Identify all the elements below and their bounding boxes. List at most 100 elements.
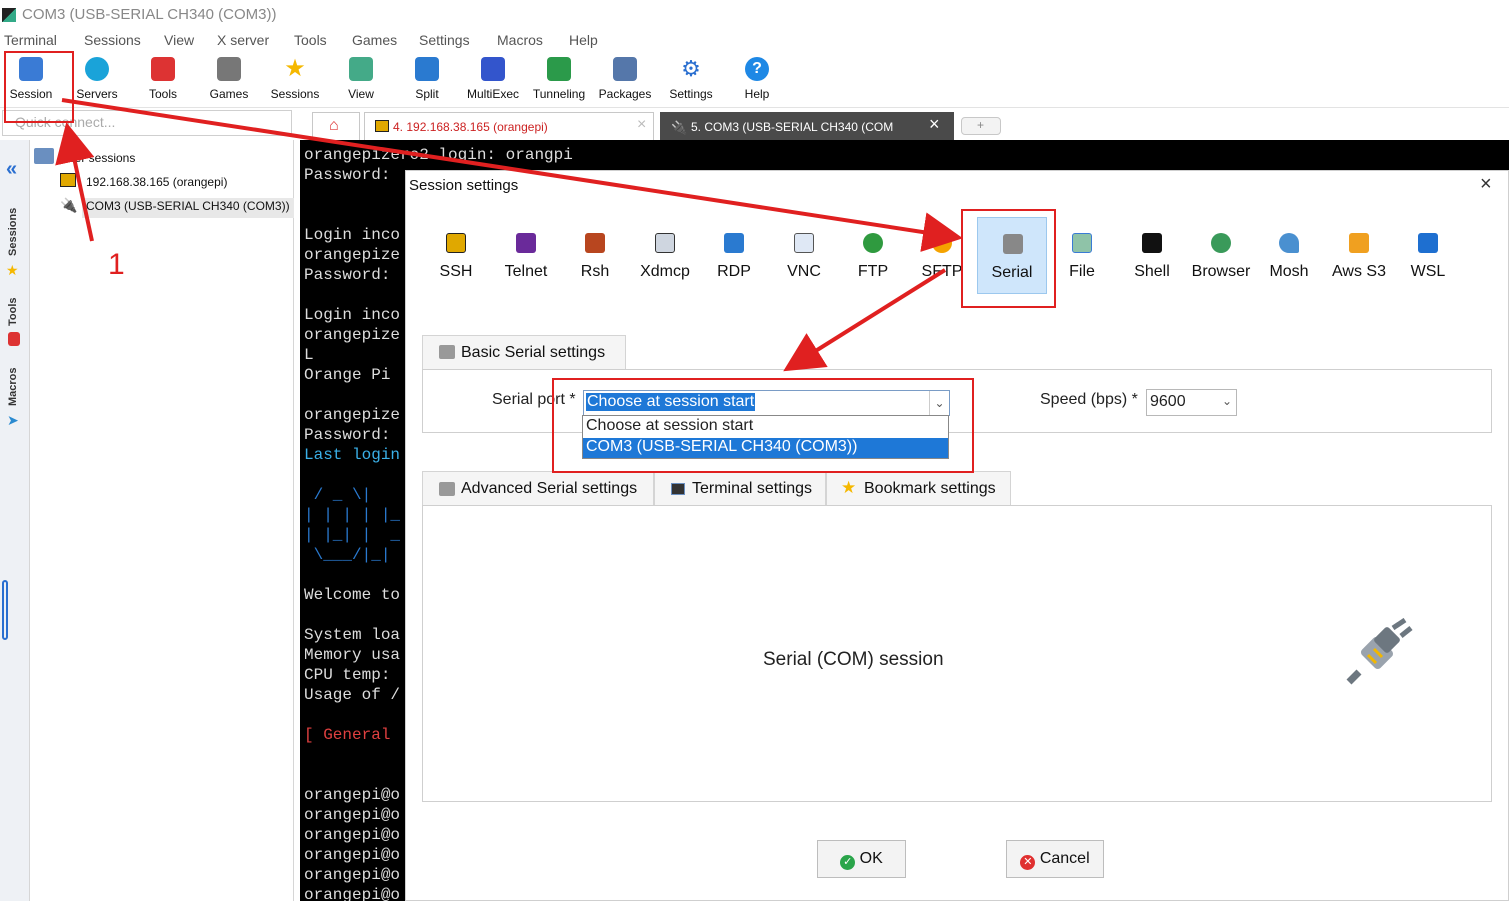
menu-games[interactable]: Games [352, 32, 397, 48]
star-icon: ★ [6, 262, 19, 278]
scroll-handle[interactable] [2, 580, 8, 640]
speed-select[interactable]: 9600 ⌄ [1146, 389, 1237, 416]
tab-ssh-session[interactable]: 4. 192.168.38.165 (orangepi) × [364, 112, 654, 140]
close-icon[interactable]: × [1480, 173, 1492, 196]
terminal-line: | | | | |_ [304, 506, 401, 524]
servers-icon [85, 57, 109, 81]
ok-button[interactable]: ✓ OK [817, 840, 906, 878]
tab-basic-serial-settings[interactable]: Basic Serial settings [422, 335, 626, 369]
tree-item-ssh[interactable]: 192.168.38.165 (orangepi) [86, 175, 227, 189]
games-button[interactable]: Games [196, 52, 262, 106]
tab-bookmark-settings[interactable]: ★ Bookmark settings [826, 471, 1011, 505]
multiexec-button[interactable]: MultiExec [460, 52, 526, 106]
tab-terminal-settings[interactable]: Terminal settings [654, 471, 826, 505]
aws-s3-icon [1349, 233, 1369, 253]
annotation-box-serial-port [552, 378, 974, 473]
sftp-icon [932, 233, 952, 253]
terminal-line: [ General [304, 726, 391, 744]
session-type-rsh[interactable]: Rsh [563, 225, 627, 285]
split-icon [415, 57, 439, 81]
session-type-aws-s3[interactable]: Aws S3 [1327, 225, 1391, 285]
menu-help[interactable]: Help [569, 32, 598, 48]
tab-serial-session[interactable]: 🔌 5. COM3 (USB-SERIAL CH340 (COM × [660, 112, 954, 140]
session-type-browser[interactable]: Browser [1189, 225, 1253, 285]
menu-tools[interactable]: Tools [294, 32, 327, 48]
plug-icon: 🔌 [671, 120, 688, 135]
file-icon [1072, 233, 1092, 253]
chevron-down-icon[interactable]: ⌄ [1222, 394, 1232, 408]
menu-settings[interactable]: Settings [419, 32, 470, 48]
xdmcp-icon [655, 233, 675, 253]
session-type-rdp[interactable]: RDP [702, 225, 766, 285]
panel-caption: Serial (COM) session [763, 649, 944, 670]
shell-icon [1142, 233, 1162, 253]
menu-x-server[interactable]: X server [217, 32, 269, 48]
ftp-icon [863, 233, 883, 253]
cancel-button[interactable]: ✕ Cancel [1006, 840, 1104, 878]
tunneling-button[interactable]: Tunneling [526, 52, 592, 106]
mosh-icon [1279, 233, 1299, 253]
star-icon: ★ [284, 55, 306, 82]
session-type-mosh[interactable]: Mosh [1257, 225, 1321, 285]
plug-icon: 🔌 [60, 197, 78, 213]
telnet-icon [516, 233, 536, 253]
dialog-title: Session settings [409, 177, 519, 194]
home-tab[interactable]: ⌂ [312, 112, 360, 140]
session-type-telnet[interactable]: Telnet [494, 225, 558, 285]
tools-button[interactable]: Tools [130, 52, 196, 106]
side-tab-macros[interactable]: Macros [7, 367, 19, 406]
tab-advanced-serial-settings[interactable]: Advanced Serial settings [422, 471, 654, 505]
home-icon: ⌂ [329, 117, 339, 134]
multiexec-icon [481, 57, 505, 81]
toolbar: Session Servers Tools Games ★ Sessions Vi… [0, 52, 1509, 108]
split-button[interactable]: Split [394, 52, 460, 106]
tab-close-icon[interactable]: × [929, 114, 940, 135]
rdp-icon [724, 233, 744, 253]
terminal-line: CPU temp: [304, 666, 391, 684]
rsh-icon [585, 233, 605, 253]
new-tab-button[interactable]: + [961, 117, 1001, 135]
terminal-line: | |_| | _ [304, 526, 401, 544]
menu-sessions[interactable]: Sessions [84, 32, 141, 48]
app-icon [2, 8, 16, 22]
menu-macros[interactable]: Macros [497, 32, 543, 48]
plug-icon [439, 345, 455, 359]
session-type-ssh[interactable]: SSH [424, 225, 488, 285]
tree-item-com3[interactable]: COM3 (USB-SERIAL CH340 (COM3)) [82, 198, 294, 218]
view-button[interactable]: View [328, 52, 394, 106]
advanced-settings-panel: Serial (COM) session [422, 505, 1492, 802]
terminal-line: Usage of / [304, 686, 401, 704]
session-type-file[interactable]: File [1050, 225, 1114, 285]
session-type-shell[interactable]: Shell [1120, 225, 1184, 285]
terminal-line: orangepi@o [304, 826, 401, 844]
session-type-xdmcp[interactable]: Xdmcp [633, 225, 697, 285]
collapse-icon[interactable]: « [6, 158, 17, 181]
terminal-line: Login inco [304, 306, 401, 324]
terminal-line: orangepi@o [304, 806, 401, 824]
wsl-icon [1418, 233, 1438, 253]
tab-close-icon[interactable]: × [637, 116, 646, 134]
session-type-vnc[interactable]: VNC [772, 225, 836, 285]
sessions-button[interactable]: ★ Sessions [262, 52, 328, 106]
annotation-box-serial [961, 209, 1056, 308]
session-type-ftp[interactable]: FTP [841, 225, 905, 285]
terminal-line: orangepi@o [304, 786, 401, 804]
send-icon: ➤ [7, 412, 19, 428]
cancel-icon: ✕ [1020, 855, 1036, 870]
menu-terminal[interactable]: Terminal [4, 32, 57, 48]
tab-label: 5. COM3 (USB-SERIAL CH340 (COM [691, 120, 894, 134]
side-tab-sessions[interactable]: Sessions [7, 208, 19, 256]
terminal-line: / _ \| [304, 486, 391, 504]
ssh-key-icon [446, 233, 466, 253]
session-type-wsl[interactable]: WSL [1396, 225, 1460, 285]
packages-button[interactable]: Packages [592, 52, 658, 106]
speed-label: Speed (bps) * [1040, 391, 1138, 408]
browser-icon [1211, 233, 1231, 253]
side-tab-strip: « Sessions ★ Tools Macros ➤ [0, 140, 30, 901]
terminal-line: Welcome to [304, 586, 401, 604]
tree-root-user-sessions[interactable]: User sessions [60, 151, 135, 165]
side-tab-tools[interactable]: Tools [7, 297, 19, 326]
settings-button[interactable]: ⚙ Settings [658, 52, 724, 106]
menu-view[interactable]: View [164, 32, 194, 48]
help-button[interactable]: ? Help [724, 52, 790, 106]
